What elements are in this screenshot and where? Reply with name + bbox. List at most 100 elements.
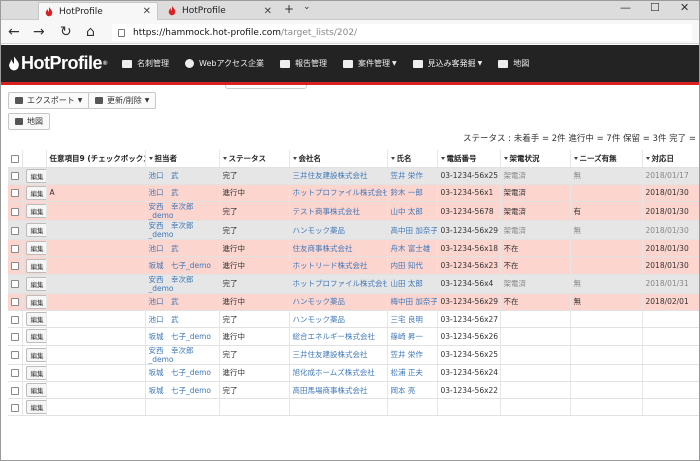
browser-tab-1[interactable]: HotProfile ✕ (38, 2, 158, 20)
person-name-cell[interactable]: 舟木 富士雄 (387, 239, 438, 258)
edit-button[interactable]: 編集 (25, 241, 45, 256)
row-checkbox[interactable] (11, 351, 19, 360)
edit-button[interactable]: 編集 (25, 204, 45, 219)
person-name-cell[interactable]: 三宅 良明 (387, 310, 438, 329)
company-cell[interactable]: 住友商事株式会社 (289, 239, 388, 258)
edit-button[interactable]: 編集 (25, 383, 45, 398)
company-cell[interactable]: 三井住友建設株式会社 (289, 167, 388, 185)
row-checkbox[interactable] (11, 207, 19, 216)
owner-cell[interactable]: 安西 幸次郎_demo (145, 201, 220, 222)
header-owner[interactable]: 担当者 (145, 150, 220, 168)
close-window-icon[interactable]: ✕ (680, 1, 689, 14)
row-checkbox[interactable] (11, 369, 19, 378)
back-arrow-icon[interactable]: ← (8, 23, 20, 41)
row-checkbox[interactable] (11, 386, 19, 395)
row-checkbox[interactable] (11, 244, 19, 253)
row-checkbox[interactable] (11, 315, 19, 324)
company-cell[interactable]: ホットリード株式会社 (289, 256, 388, 275)
select-all-checkbox[interactable] (11, 154, 19, 163)
edit-button[interactable]: 編集 (25, 347, 45, 362)
company-cell[interactable]: テスト商事株式会社 (289, 201, 388, 222)
nav-map[interactable]: 地図 (498, 58, 529, 69)
header-status[interactable]: ステータス (219, 150, 290, 168)
row-checkbox[interactable] (11, 298, 19, 307)
nav-web-access[interactable]: Webアクセス企業 (185, 58, 264, 69)
company-cell[interactable]: 旭化成ホームズ株式会社 (289, 364, 388, 382)
person-name-cell[interactable]: 内田 知代 (387, 256, 438, 275)
edit-button[interactable]: 編集 (25, 185, 45, 200)
owner-cell[interactable]: 坂城 七子_demo (145, 381, 220, 400)
home-icon[interactable]: ⌂ (86, 23, 95, 41)
owner-cell[interactable]: 坂城 七子_demo (145, 256, 220, 275)
owner-cell[interactable]: 安西 幸次郎_demo (145, 220, 220, 241)
header-company[interactable]: 会社名 (289, 150, 388, 168)
nav-prospects[interactable]: 見込み客発掘 ▼ (412, 58, 482, 69)
person-name-cell[interactable]: 松浦 正夫 (387, 364, 438, 382)
row-checkbox[interactable] (11, 403, 19, 412)
owner-cell[interactable]: 池口 武 (145, 293, 220, 311)
header-call-status[interactable]: 架電状況 (500, 150, 571, 168)
header-name[interactable]: 氏名 (387, 150, 438, 168)
close-tab-icon[interactable]: ✕ (143, 6, 151, 17)
owner-cell[interactable]: 池口 武 (145, 310, 220, 329)
new-tab-icon[interactable]: + (284, 2, 294, 16)
company-cell[interactable]: ホットプロファイル株式会社 (289, 184, 388, 203)
owner-cell[interactable]: 安西 幸次郎_demo (145, 274, 220, 294)
refresh-icon[interactable]: ↻ (60, 23, 72, 41)
header-optional-9[interactable]: 任意項目9 (チェックボックス) (46, 150, 146, 168)
person-name-cell[interactable]: 高中田 加奈子 (387, 220, 438, 241)
browser-tab-2[interactable]: HotProfile ✕ (162, 2, 278, 20)
header-phone[interactable]: 電話番号 (437, 150, 501, 168)
edit-button[interactable]: 編集 (25, 223, 45, 238)
owner-cell[interactable]: 池口 武 (145, 239, 220, 258)
person-name-cell[interactable]: 梅中田 加奈子 (387, 293, 438, 311)
person-name-cell[interactable]: 岡本 亮 (387, 381, 438, 400)
maximize-icon[interactable]: ☐ (650, 1, 660, 14)
edit-button[interactable]: 編集 (25, 258, 45, 273)
minimize-icon[interactable]: — (620, 1, 631, 14)
company-cell[interactable]: ハンモック薬品 (289, 220, 388, 241)
owner-cell[interactable]: 池口 武 (145, 184, 220, 203)
person-name-cell[interactable]: 篠崎 昇一 (387, 327, 438, 346)
edit-button[interactable]: 編集 (25, 294, 45, 309)
row-checkbox[interactable] (11, 172, 19, 181)
person-name-cell[interactable]: 笠井 栄作 (387, 167, 438, 185)
url-field[interactable]: https://hammock.hot-profile.com/target_l… (112, 24, 692, 41)
company-cell[interactable]: ハンモック薬品 (289, 310, 388, 329)
person-name-cell[interactable]: 山田 太郎 (387, 274, 438, 294)
row-checkbox[interactable] (11, 332, 19, 341)
edit-button[interactable]: 編集 (25, 276, 45, 291)
close-tab-icon[interactable]: ✕ (264, 6, 272, 17)
nav-reports[interactable]: 報告管理 (280, 58, 327, 69)
edit-button[interactable]: 編集 (25, 329, 45, 344)
nav-business-cards[interactable]: 名刺管理 (122, 58, 169, 69)
nav-deals[interactable]: 案件管理 ▼ (343, 58, 397, 69)
tab-list-chevron-icon[interactable]: ⌄ (303, 2, 311, 12)
header-date[interactable]: 対応日 (642, 150, 700, 168)
update-delete-button[interactable]: 更新/削除 ▼ (88, 92, 157, 109)
person-name-cell[interactable]: 鈴木 一郎 (387, 184, 438, 203)
company-cell[interactable]: 総合エネルギー株式会社 (289, 327, 388, 346)
company-cell[interactable]: ハンモック薬品 (289, 293, 388, 311)
edit-button[interactable]: 編集 (25, 400, 45, 415)
company-cell[interactable]: ホットプロファイル株式会社 (289, 274, 388, 294)
row-checkbox[interactable] (11, 262, 19, 271)
row-checkbox[interactable] (11, 280, 19, 289)
row-checkbox[interactable] (11, 226, 19, 235)
edit-button[interactable]: 編集 (25, 312, 45, 327)
owner-cell[interactable]: 坂城 七子_demo (145, 327, 220, 346)
owner-cell[interactable]: 池口 武 (145, 167, 220, 185)
row-checkbox[interactable] (11, 189, 19, 198)
company-cell[interactable]: 高田馬場商事株式会社 (289, 381, 388, 400)
export-button[interactable]: エクスポート ▼ (8, 92, 90, 109)
edit-button[interactable]: 編集 (25, 365, 45, 380)
person-name-cell[interactable]: 山中 太郎 (387, 201, 438, 222)
forward-arrow-icon[interactable]: → (33, 23, 45, 41)
map-button[interactable]: 地図 (8, 113, 50, 130)
company-cell[interactable]: 三井住友建設株式会社 (289, 345, 388, 365)
hotprofile-logo[interactable]: HotProfile ® (8, 53, 107, 74)
owner-cell[interactable]: 坂城 七子_demo (145, 364, 220, 382)
edit-button[interactable]: 編集 (25, 168, 45, 183)
header-needs[interactable]: ニーズ有無 (570, 150, 643, 168)
owner-cell[interactable]: 安西 幸次郎_demo (145, 345, 220, 365)
